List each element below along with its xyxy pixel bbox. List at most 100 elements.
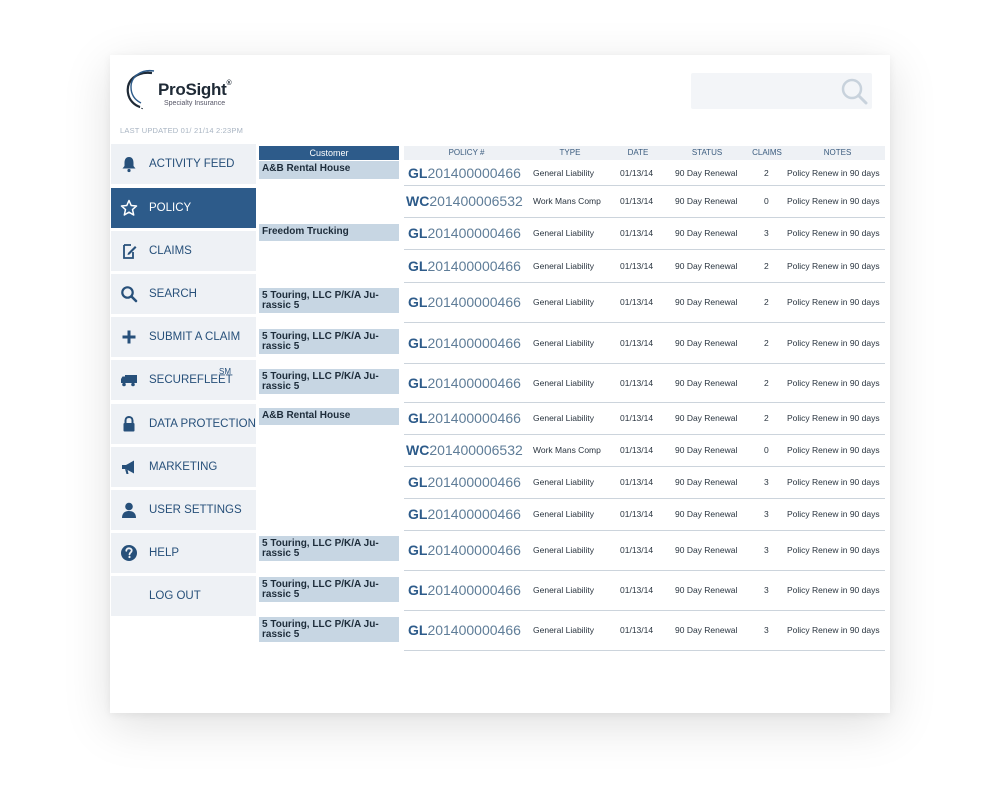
- customer-name-cell[interactable]: A&B Rental House: [259, 161, 399, 179]
- customer-name-line: rassic 5: [262, 589, 300, 600]
- sidebar-item-data-protection[interactable]: DATA PROTECTION: [111, 404, 256, 444]
- table-row[interactable]: GL201400000466 General Liability 01/13/14 9…: [404, 611, 885, 651]
- sidebar-item-activity-feed[interactable]: ACTIVITY FEED: [111, 144, 256, 184]
- table-row[interactable]: GL201400000466 General Liability 01/13/14 9…: [404, 403, 885, 435]
- sidebar-item-label: MARKETING: [149, 461, 218, 473]
- policy-status: 90 Day Renewal: [675, 196, 738, 206]
- last-updated-text: LAST UPDATED 01/ 21/14 2:23PM: [120, 126, 244, 135]
- policy-number-link[interactable]: GL201400000466: [408, 375, 521, 391]
- policy-prefix: WC: [406, 442, 430, 458]
- policy-number-link[interactable]: GL201400000466: [408, 410, 521, 426]
- policy-number-link[interactable]: GL201400000466: [408, 165, 521, 181]
- table-row[interactable]: GL201400000466 General Liability 01/13/14 9…: [404, 571, 885, 611]
- policy-date: 01/13/14: [620, 228, 654, 238]
- sidebar-item-label: POLICY: [149, 202, 192, 214]
- customer-name-cell[interactable]: Freedom Trucking: [259, 224, 399, 241]
- claims-count: 0: [764, 196, 769, 206]
- sidebar-item-label: USER SETTINGS: [149, 504, 242, 516]
- policy-type: General Liability: [533, 413, 594, 423]
- policy-number: 201400000466: [427, 335, 521, 351]
- policy-type: Work Mans Comp: [533, 196, 601, 206]
- claims-count: 3: [764, 509, 769, 519]
- policy-number-link[interactable]: GL201400000466: [408, 294, 521, 310]
- policy-type: General Liability: [533, 228, 594, 238]
- claims-count: 2: [764, 378, 769, 388]
- policy-date: 01/13/14: [620, 509, 654, 519]
- sidebar-item-label: SEARCH: [149, 288, 197, 300]
- plus-icon: [120, 328, 138, 346]
- table-row[interactable]: GL201400000466 General Liability 01/13/14 9…: [404, 218, 885, 250]
- policy-number-link[interactable]: GL201400000466: [408, 542, 521, 558]
- table-row[interactable]: GL201400000466 General Liability 01/13/14 9…: [404, 161, 885, 186]
- policy-prefix: GL: [408, 582, 428, 598]
- sidebar-item-marketing[interactable]: MARKETING: [111, 447, 256, 487]
- policy-number: 201400006532: [429, 442, 523, 458]
- policy-number: 201400000466: [427, 506, 521, 522]
- search-box[interactable]: [691, 73, 872, 109]
- claims-count: 2: [764, 168, 769, 178]
- policy-type: General Liability: [533, 297, 594, 307]
- policy-status: 90 Day Renewal: [675, 509, 738, 519]
- customer-name-cell[interactable]: 5 Touring, LLC P/K/A Ju-rassic 5: [259, 577, 399, 602]
- policy-prefix: GL: [408, 506, 428, 522]
- policy-number-link[interactable]: GL201400000466: [408, 225, 521, 241]
- service-mark: SM: [219, 367, 231, 376]
- policy-number-link[interactable]: GL201400000466: [408, 474, 521, 490]
- policy-number-link[interactable]: GL201400000466: [408, 582, 521, 598]
- policy-date: 01/13/14: [620, 585, 654, 595]
- policy-status: 90 Day Renewal: [675, 585, 738, 595]
- customer-name-cell[interactable]: A&B Rental House: [259, 408, 399, 425]
- table-row[interactable]: GL201400000466 General Liability 01/13/14 9…: [404, 467, 885, 499]
- customer-name-cell[interactable]: 5 Touring, LLC P/K/A Ju-rassic 5: [259, 288, 399, 313]
- policy-date: 01/13/14: [620, 445, 654, 455]
- customer-name-line: A&B Rental House: [262, 410, 351, 421]
- claims-count: 2: [764, 297, 769, 307]
- table-row[interactable]: GL201400000466 General Liability 01/13/14 9…: [404, 323, 885, 364]
- customer-name-line: rassic 5: [262, 300, 300, 311]
- policy-number: 201400000466: [427, 294, 521, 310]
- sidebar-item-search[interactable]: SEARCH: [111, 274, 256, 314]
- policy-date: 01/13/14: [620, 545, 654, 555]
- truck-icon: [120, 371, 138, 389]
- policy-number-link[interactable]: GL201400000466: [408, 622, 521, 638]
- sidebar-item-label: ACTIVITY FEED: [149, 158, 235, 170]
- sidebar-item-claims[interactable]: CLAIMS: [111, 231, 256, 271]
- sidebar-item-user-settings[interactable]: USER SETTINGS: [111, 490, 256, 530]
- table-row[interactable]: GL201400000466 General Liability 01/13/14 9…: [404, 499, 885, 531]
- policy-number: 201400000466: [427, 542, 521, 558]
- table-row[interactable]: GL201400000466 General Liability 01/13/14 9…: [404, 531, 885, 571]
- policy-type: General Liability: [533, 509, 594, 519]
- sidebar-item-log-out[interactable]: LOG OUT: [111, 576, 256, 616]
- brand-name: ProSight®: [158, 80, 232, 99]
- header-claims: CLAIMS: [752, 148, 782, 157]
- table-row[interactable]: WC201400006532 Work Mans Comp 01/13/14 90 D…: [404, 435, 885, 467]
- policy-notes: Policy Renew in 90 days: [787, 297, 880, 307]
- table-row[interactable]: WC201400006532 Work Mans Comp 01/13/14 90 D…: [404, 186, 885, 218]
- sidebar-item-securefleet[interactable]: SECUREFLEET SM: [111, 360, 256, 400]
- policy-notes: Policy Renew in 90 days: [787, 228, 880, 238]
- policy-status: 90 Day Renewal: [675, 625, 738, 635]
- policy-number: 201400000466: [427, 410, 521, 426]
- policy-prefix: GL: [408, 474, 428, 490]
- claims-count: 3: [764, 585, 769, 595]
- policy-number-link[interactable]: WC201400006532: [406, 193, 523, 209]
- policy-status: 90 Day Renewal: [675, 297, 738, 307]
- policy-number-link[interactable]: GL201400000466: [408, 258, 521, 274]
- search-icon[interactable]: [840, 77, 868, 105]
- sidebar-item-help[interactable]: HELP: [111, 533, 256, 573]
- policy-number-link[interactable]: GL201400000466: [408, 506, 521, 522]
- customer-name-cell[interactable]: 5 Touring, LLC P/K/A Ju-rassic 5: [259, 617, 399, 642]
- policy-type: General Liability: [533, 625, 594, 635]
- policy-number-link[interactable]: WC201400006532: [406, 442, 523, 458]
- customer-name-cell[interactable]: 5 Touring, LLC P/K/A Ju-rassic 5: [259, 329, 399, 354]
- policy-prefix: GL: [408, 258, 428, 274]
- sidebar-item-policy[interactable]: POLICY: [111, 188, 256, 228]
- table-row[interactable]: GL201400000466 General Liability 01/13/14 9…: [404, 283, 885, 323]
- customer-name-cell[interactable]: 5 Touring, LLC P/K/A Ju-rassic 5: [259, 536, 399, 561]
- customer-name-cell[interactable]: 5 Touring, LLC P/K/A Ju-rassic 5: [259, 369, 399, 394]
- claims-count: 3: [764, 228, 769, 238]
- table-row[interactable]: GL201400000466 General Liability 01/13/14 9…: [404, 250, 885, 283]
- policy-number-link[interactable]: GL201400000466: [408, 335, 521, 351]
- sidebar-item-submit-a-claim[interactable]: SUBMIT A CLAIM: [111, 317, 256, 357]
- table-row[interactable]: GL201400000466 General Liability 01/13/14 9…: [404, 364, 885, 403]
